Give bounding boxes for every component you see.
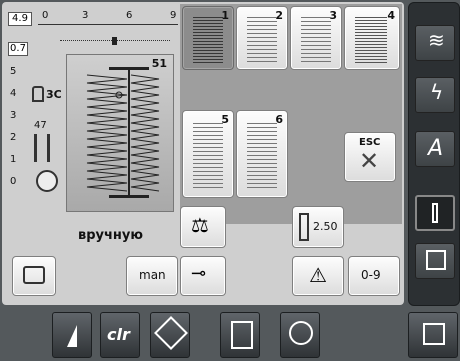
man-button[interactable]: man: [126, 256, 178, 296]
navigation-button[interactable]: [150, 312, 190, 358]
needle-icon: [34, 134, 50, 162]
esc-button[interactable]: ESC ✕: [344, 132, 396, 182]
tile-number-4: 4: [387, 9, 395, 22]
close-icon: ✕: [359, 147, 380, 175]
side-ruler: 5 4 3 2 1 0: [10, 60, 28, 190]
length-icon: [299, 213, 309, 241]
width-value-box[interactable]: 4.9: [8, 12, 32, 26]
sidebar-quilt-button[interactable]: [415, 243, 455, 279]
length-value: 2.50: [313, 220, 338, 233]
mode-label: вручную: [78, 228, 144, 243]
memory-icon: [23, 266, 45, 284]
range-label: 0-9: [361, 268, 381, 282]
sidebar-decorative-button[interactable]: ϟ: [415, 77, 455, 113]
alphabet-icon: A: [428, 136, 444, 161]
top-ruler: 0 3 6 9: [38, 10, 178, 26]
buttonhole-tile-1[interactable]: 1: [182, 6, 234, 70]
program-memory-button[interactable]: [12, 256, 56, 296]
ruler-tick-9: 9: [170, 10, 177, 21]
length-value-box[interactable]: 0.7: [8, 42, 28, 56]
tutorial-button[interactable]: [220, 312, 260, 358]
side-tick-5: 5: [10, 66, 17, 77]
presser-foot-label: 3C: [46, 88, 62, 101]
buttonhole-icon: [432, 203, 438, 223]
sew-button-icon: ⊸: [191, 263, 207, 284]
warning-button[interactable]: ⚠: [292, 256, 344, 296]
tutorial-icon: [231, 321, 253, 349]
tile-3-stitch-icon: [301, 17, 331, 65]
side-tick-0: 0: [10, 176, 17, 187]
man-label: man: [139, 268, 166, 282]
tile-4-stitch-icon: [355, 17, 387, 65]
diamond-arrow-icon: [154, 316, 188, 350]
tile-5-stitch-icon: [193, 123, 223, 191]
buttonhole-tile-5[interactable]: 5: [182, 110, 234, 198]
presser-foot-icon: [32, 86, 44, 102]
screen: 4.9 0.7 0 3 6 9 5 4 3 2 1 0 3C 47 51 вру…: [0, 0, 460, 361]
needle-label: 47: [34, 120, 47, 131]
side-tick-4: 4: [10, 88, 17, 99]
repeat-icon[interactable]: [36, 170, 58, 192]
buttonhole-tile-2[interactable]: 2: [236, 6, 288, 70]
needle-position-marker: [112, 37, 117, 45]
menu-icon: [423, 323, 445, 345]
sidebar-stitch-button[interactable]: ≋: [415, 25, 455, 61]
ruler-tick-3: 3: [82, 10, 89, 21]
sidebar-buttonhole-button[interactable]: [415, 195, 455, 231]
buttonhole-length-button[interactable]: 2.50: [292, 206, 344, 248]
buttonhole-tile-6[interactable]: 6: [236, 110, 288, 198]
stitch-preview[interactable]: 51: [66, 54, 174, 212]
tile-6-stitch-icon: [247, 123, 277, 191]
buttonhole-preview-graphic: [86, 67, 160, 198]
buttonhole-tile-4[interactable]: 4: [344, 6, 400, 70]
zigzag-icon: ≋: [428, 28, 445, 52]
tile-1-stitch-icon: [193, 17, 223, 65]
menu-button[interactable]: [408, 312, 458, 358]
buttonhole-tile-3[interactable]: 3: [290, 6, 342, 70]
right-sidebar: ≋ ϟ A: [408, 2, 460, 306]
ruler-tick-0: 0: [42, 10, 49, 21]
balance-icon: ⚖: [191, 213, 209, 237]
balance-button[interactable]: ⚖: [180, 206, 226, 248]
ruler-tick-6: 6: [126, 10, 133, 21]
sidebar-alphabet-button[interactable]: A: [415, 131, 455, 167]
button-sew-on-button[interactable]: ⊸: [180, 256, 226, 296]
side-tick-2: 2: [10, 132, 17, 143]
smiley-button[interactable]: [280, 312, 320, 358]
side-tick-1: 1: [10, 154, 17, 165]
clr-button[interactable]: clr: [100, 312, 140, 358]
side-tick-3: 3: [10, 110, 17, 121]
warning-icon: ⚠: [309, 263, 327, 287]
clr-label: clr: [107, 325, 130, 344]
range-button[interactable]: 0-9: [348, 256, 400, 296]
smiley-icon: [289, 321, 313, 345]
tile-2-stitch-icon: [247, 17, 277, 65]
info-triangle-icon: [67, 325, 77, 347]
quilt-icon: [426, 250, 446, 270]
lightning-stitch-icon: ϟ: [430, 80, 444, 104]
bottom-info-button[interactable]: [52, 312, 92, 358]
